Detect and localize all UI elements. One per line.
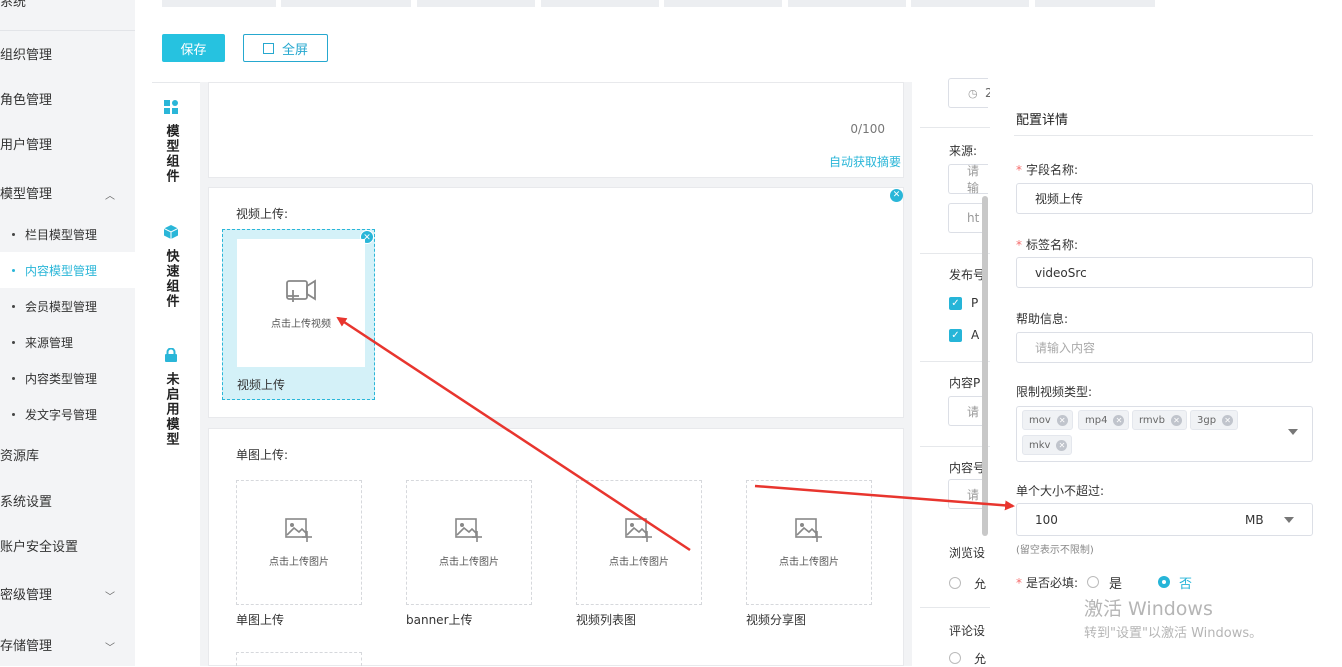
annotation-arrows <box>336 316 1015 552</box>
windows-watermark: 激活 Windows <box>1084 598 1213 620</box>
windows-watermark-sub: 转到"设置"以激活 Windows。 <box>1084 626 1263 641</box>
arrow-to-size <box>754 484 1015 511</box>
arrow-to-video <box>336 316 691 552</box>
